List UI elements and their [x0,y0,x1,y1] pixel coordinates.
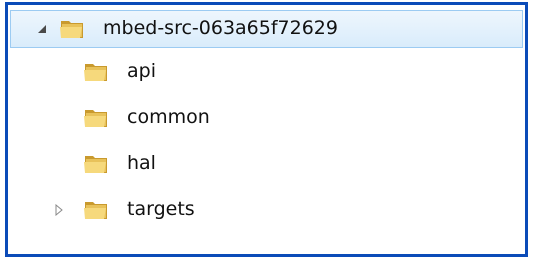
folder-icon [83,61,109,83]
tree-item-label: common [127,106,210,128]
expanded-arrow-icon[interactable] [36,23,48,35]
tree-item-label: hal [127,152,156,174]
tree-item-root[interactable]: mbed-src-063a65f72629 [10,10,523,48]
folder-tree-panel: mbed-src-063a65f72629 api common hal tar… [5,2,528,257]
collapsed-arrow-icon[interactable] [53,204,65,216]
folder-icon [59,18,85,40]
folder-icon [83,199,109,221]
tree-item-label: mbed-src-063a65f72629 [103,17,338,39]
folder-icon [83,107,109,129]
tree-item-label: targets [127,198,195,220]
tree-item-label: api [127,60,156,82]
folder-icon [83,153,109,175]
